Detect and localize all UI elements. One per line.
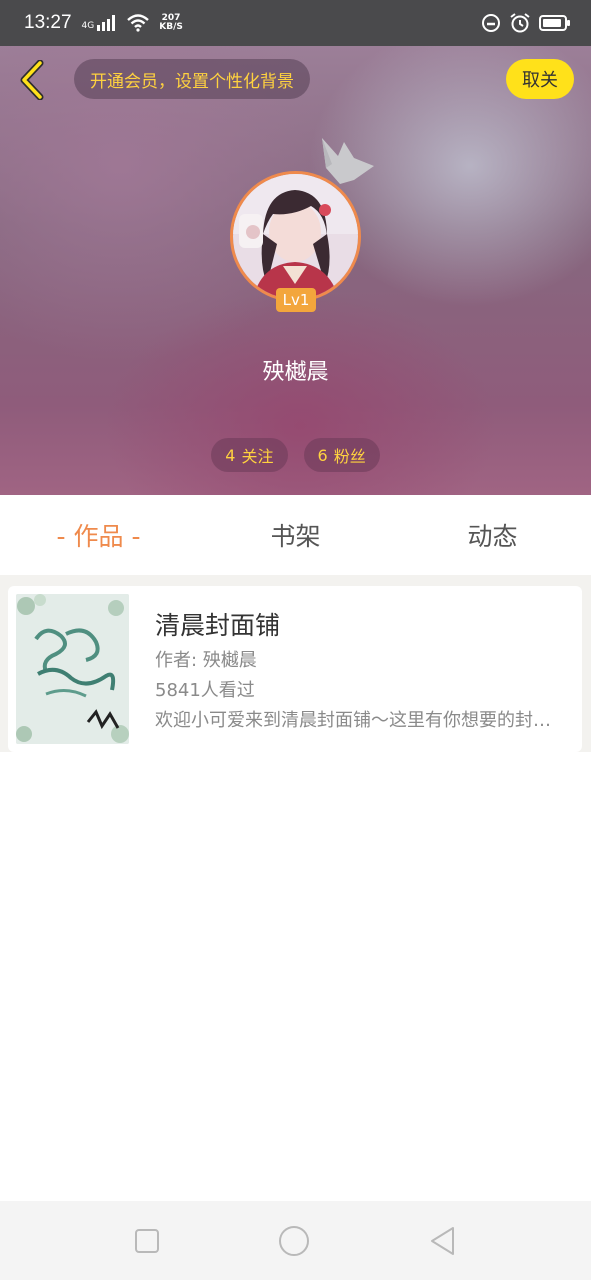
following-label: 关注	[241, 447, 274, 466]
tab-works[interactable]: - 作品 -	[0, 517, 197, 553]
network-speed: 207 KB/S	[159, 14, 183, 32]
book-cover-image	[16, 594, 129, 744]
circle-icon[interactable]	[278, 1225, 310, 1257]
alarm-icon	[510, 13, 530, 33]
wifi-icon	[127, 14, 150, 32]
following-pill[interactable]: 4 关注	[211, 438, 288, 472]
signal-icon: 4G	[82, 15, 118, 31]
tab-activity[interactable]: 动态	[394, 517, 591, 553]
unfollow-label: 取关	[522, 70, 558, 91]
network-type: 4G	[81, 21, 95, 31]
status-bar: 13:27 4G 207 KB/S	[0, 0, 591, 46]
tab-bookshelf[interactable]: 书架	[197, 517, 394, 553]
data-saver-icon	[482, 14, 500, 32]
vip-prompt-text: 开通会员，设置个性化背景	[90, 71, 294, 92]
book-views: 5841人看过	[155, 680, 255, 701]
following-count: 4	[225, 445, 236, 465]
level-badge: Lv1	[276, 288, 316, 312]
followers-count: 6	[317, 445, 328, 465]
profile-tabs: - 作品 - 书架 动态	[0, 495, 591, 575]
avatar-image	[233, 174, 358, 299]
work-card[interactable]: 清晨封面铺 作者: 殃樾晨 5841人看过 欢迎小可爱来到清晨封面铺～这里有你想…	[8, 586, 582, 752]
book-cover	[16, 594, 129, 744]
square-icon[interactable]	[131, 1225, 163, 1257]
profile-stats: 4 关注 6 粉丝	[0, 438, 591, 472]
speed-unit: KB/S	[159, 22, 183, 32]
book-author: 作者: 殃樾晨	[155, 650, 257, 671]
book-description: 欢迎小可爱来到清晨封面铺～这里有你想要的封面哦	[155, 710, 565, 731]
status-time: 13:27	[24, 12, 72, 33]
unfollow-button[interactable]: 取关	[506, 59, 574, 99]
followers-pill[interactable]: 6 粉丝	[303, 438, 380, 472]
battery-icon	[539, 15, 570, 31]
chevron-left-icon	[20, 60, 44, 100]
book-title: 清晨封面铺	[155, 611, 281, 640]
followers-label: 粉丝	[333, 447, 366, 466]
system-nav-bar	[0, 1201, 591, 1280]
vip-background-prompt[interactable]: 开通会员，设置个性化背景	[74, 59, 310, 99]
avatar[interactable]	[230, 171, 361, 302]
level-text: Lv1	[282, 291, 310, 309]
profile-header: 开通会员，设置个性化背景 取关 Lv1 殃樾晨 4 关注 6 粉丝	[0, 46, 591, 495]
back-button[interactable]	[12, 58, 52, 102]
username: 殃樾晨	[262, 360, 329, 385]
triangle-left-icon[interactable]	[427, 1225, 459, 1257]
